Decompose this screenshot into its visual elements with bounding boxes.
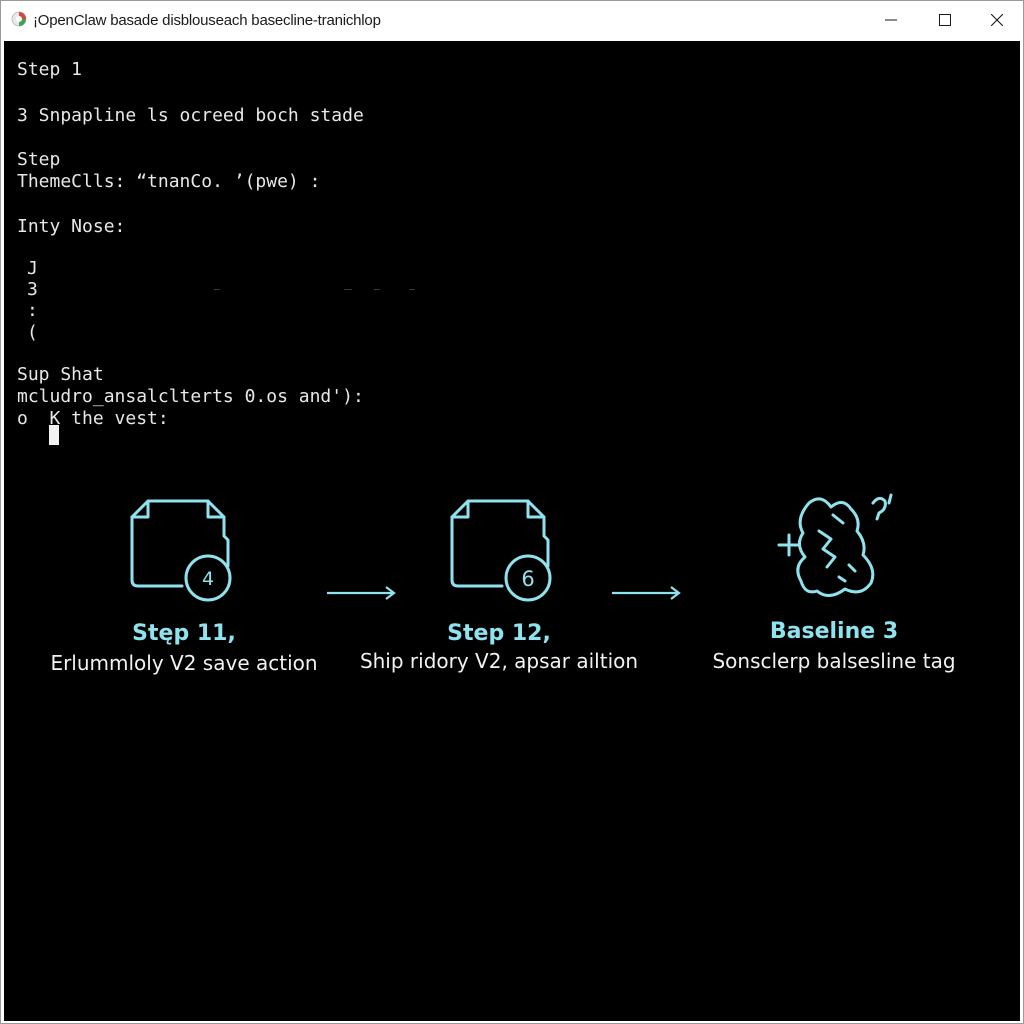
minimize-icon <box>885 19 897 21</box>
close-button[interactable] <box>971 1 1023 39</box>
baseline-blob-icon <box>777 493 893 597</box>
terminal-line: Inty Nose: <box>17 216 126 237</box>
arrow-right-icon <box>612 586 681 600</box>
terminal-line: ( <box>27 322 38 343</box>
workflow-diagram: 4 6 Stęp 11, Erlummloly V2 save action S… <box>4 481 1020 741</box>
maximize-button[interactable] <box>919 1 971 39</box>
terminal-line: o K the vest: <box>17 408 169 429</box>
step-description: Ship ridory V2, apsar ailtion <box>359 649 639 673</box>
step-description: Erlummloly V2 save action <box>50 651 318 675</box>
terminal-line: Step <box>17 149 61 170</box>
svg-text:6: 6 <box>521 567 534 591</box>
terminal-line: 3 Snpapline ls ocreed boch stade <box>17 105 364 126</box>
minimize-button[interactable] <box>865 1 917 39</box>
app-icon <box>11 11 27 27</box>
terminal-line: : <box>27 300 38 321</box>
terminal-line: mcludro_ansalclterts 0.os and'): <box>17 386 364 407</box>
step-description: Sonsclerp balsesline tag <box>712 649 956 673</box>
divider <box>214 289 220 290</box>
divider <box>344 289 352 290</box>
terminal-line: J <box>27 258 38 279</box>
step-title: Baseline 3 <box>769 619 899 644</box>
step-title: Step 12, <box>447 621 551 646</box>
title-bar[interactable]: ¡OpenClaw basade disblouseach basecline-… <box>1 1 1023 39</box>
terminal-line: 3 <box>27 279 38 300</box>
terminal-line: Step 1 <box>17 59 83 80</box>
maximize-icon <box>939 14 951 26</box>
terminal-line: Sup Shat <box>17 364 104 385</box>
app-window: ¡OpenClaw basade disblouseach basecline-… <box>0 0 1024 1024</box>
text-cursor <box>49 425 59 445</box>
terminal-output[interactable]: Step 1 3 Snpapline ls ocreed boch stade … <box>4 41 1020 1021</box>
document-badge-icon: 6 <box>450 499 552 602</box>
divider <box>374 289 380 290</box>
step-title: Stęp 11, <box>132 621 236 646</box>
arrow-right-icon <box>327 586 396 600</box>
svg-text:4: 4 <box>202 568 214 590</box>
terminal-line: ThemeClls: “tnanCo. ’(pwe) : <box>17 171 321 192</box>
divider <box>409 289 415 290</box>
close-icon <box>991 14 1003 26</box>
window-title: ¡OpenClaw basade disblouseach basecline-… <box>33 12 381 29</box>
document-badge-icon: 4 <box>130 499 232 602</box>
